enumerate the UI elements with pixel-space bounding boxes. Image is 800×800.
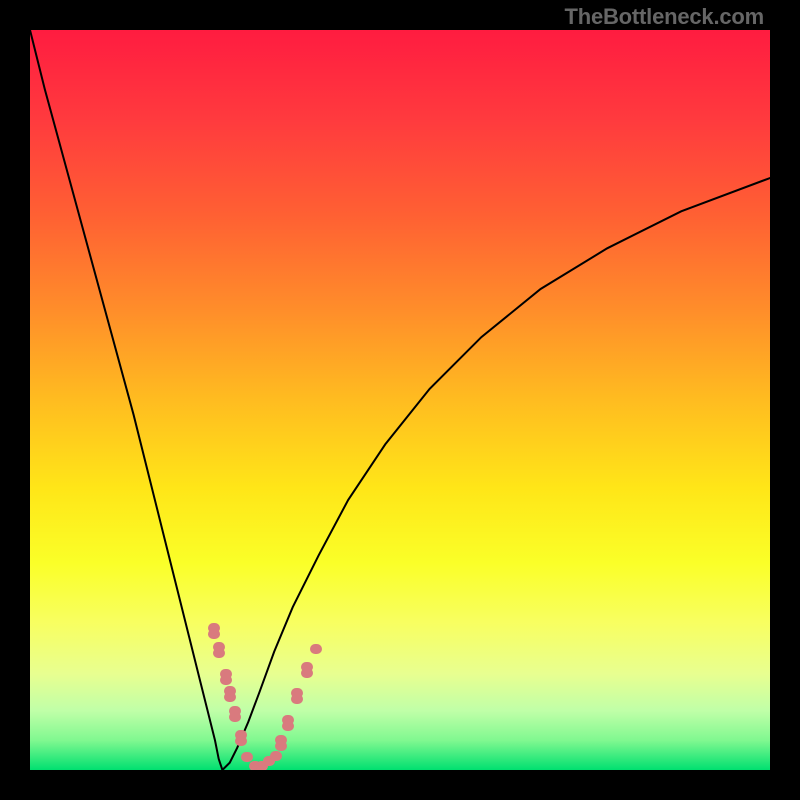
series-marker [310,644,322,654]
marker-group [208,623,322,770]
series-marker [213,648,225,658]
curve-right-branch [222,178,770,770]
series-marker [275,735,287,745]
series-marker [235,736,247,746]
series-marker [301,662,313,672]
chart-frame [30,30,770,770]
series-marker [229,712,241,722]
series-marker [241,752,253,762]
chart-svg [30,30,770,770]
series-marker [208,629,220,639]
curve-left-branch [30,30,222,770]
series-marker [291,688,303,698]
series-marker [282,715,294,725]
watermark-text: TheBottleneck.com [564,4,764,30]
series-marker [224,692,236,702]
series-marker [270,751,282,761]
series-marker [220,675,232,685]
